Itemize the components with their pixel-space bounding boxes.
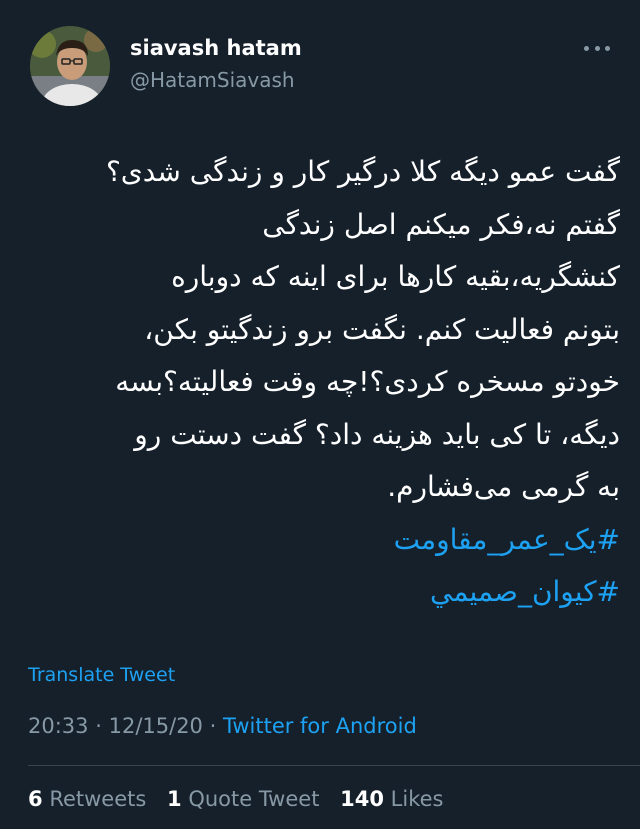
- avatar-image: [30, 26, 110, 106]
- tweet-date: 12/15/20: [108, 714, 203, 738]
- quote-tweets-stat[interactable]: 1 Quote Tweet: [167, 787, 326, 811]
- retweets-stat[interactable]: 6 Retweets: [28, 787, 153, 811]
- tweet-meta: 20:33 · 12/15/20 · Twitter for Android: [28, 714, 417, 738]
- tweet-text-line: گفت عمو دیگه کلا درگیر کار و زندگی شدی؟: [105, 155, 620, 188]
- author-name[interactable]: siavash hatam: [130, 36, 302, 60]
- hashtag-link[interactable]: #كيوان_صميمي: [24, 566, 620, 619]
- tweet-card: siavash hatam @HatamSiavash گفت عمو دیگه…: [0, 0, 640, 829]
- meta-separator: ·: [209, 714, 217, 738]
- dot: [584, 45, 589, 51]
- dot: [594, 45, 600, 51]
- dot: [605, 45, 610, 51]
- tweet-time: 20:33: [28, 714, 89, 738]
- retweets-count: 6: [28, 787, 43, 811]
- avatar[interactable]: [30, 26, 110, 106]
- tweet-text-line: دیگه، تا کی باید هزینه داد؟ گفت دستت رو: [134, 417, 620, 451]
- retweets-label: Retweets: [49, 787, 147, 811]
- author-handle[interactable]: @HatamSiavash: [130, 68, 295, 92]
- tweet-text-line: به گرمی می‌فشارم.: [387, 470, 620, 503]
- tweet-text-line: کنشگریه،بقیه کارها برای اینه که دوباره: [171, 260, 620, 293]
- divider: [28, 765, 640, 766]
- tweet-text-line: خودتو مسخره کردی؟!چه وقت فعالیته؟بسه: [115, 365, 620, 398]
- likes-stat[interactable]: 140 Likes: [340, 787, 443, 811]
- quotes-label: Quote Tweet: [188, 787, 320, 811]
- quotes-count: 1: [167, 787, 182, 811]
- meta-separator: ·: [95, 714, 102, 738]
- tweet-stats: 6 Retweets 1 Quote Tweet 140 Likes: [28, 787, 457, 811]
- tweet-text: گفت عمو دیگه کلا درگیر کار و زندگی شدی؟ …: [24, 146, 620, 619]
- likes-count: 140: [340, 787, 384, 811]
- tweet-text-line: گفتم نه،فکر میکنم اصل زندگی: [262, 207, 620, 241]
- tweet-source-link[interactable]: Twitter for Android: [223, 714, 417, 738]
- tweet-text-line: بتونم فعالیت کنم. نگفت برو زندگیتو بکن،: [144, 312, 620, 346]
- likes-label: Likes: [390, 787, 444, 811]
- hashtag-link[interactable]: #یک_عمر_مقاومت: [24, 514, 620, 567]
- more-dots-icon[interactable]: [584, 40, 610, 56]
- translate-tweet-link[interactable]: Translate Tweet: [28, 664, 175, 686]
